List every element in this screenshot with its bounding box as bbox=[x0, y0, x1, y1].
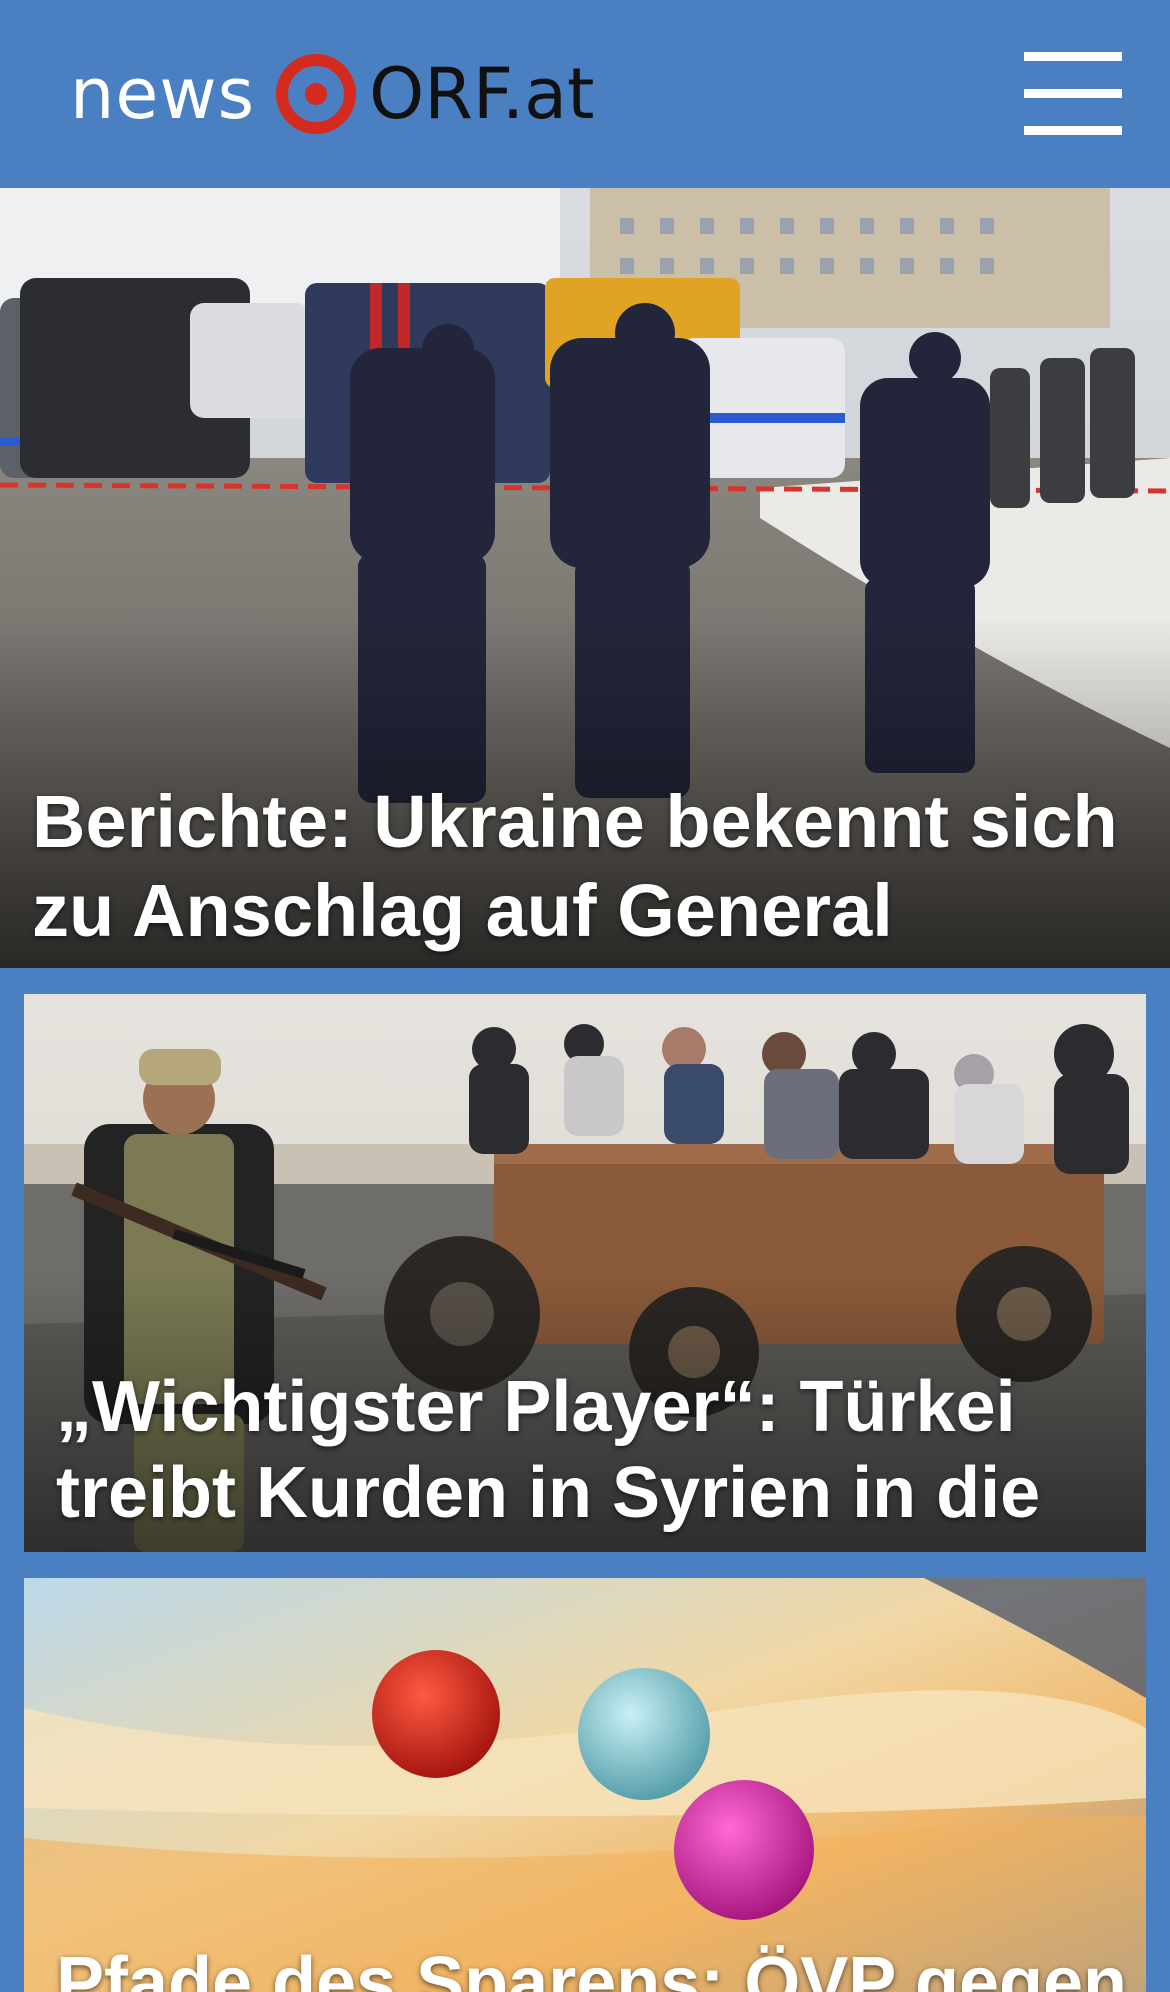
hamburger-menu-icon[interactable] bbox=[1024, 52, 1122, 136]
article-3-headline[interactable]: Pfade des Sparens: ÖVP gegen, SPÖ bbox=[56, 1940, 1146, 1992]
site-header: news ORF.at bbox=[0, 0, 1170, 188]
article-card-2[interactable]: „Wichtigster Player“: Türkei treibt Kurd… bbox=[24, 994, 1146, 1552]
article-2-headline[interactable]: „Wichtigster Player“: Türkei treibt Kurd… bbox=[56, 1364, 1116, 1552]
article-card-1[interactable]: Berichte: Ukraine bekennt sich zu Anschl… bbox=[0, 188, 1170, 968]
article-card-3[interactable]: Pfade des Sparens: ÖVP gegen, SPÖ bbox=[24, 1578, 1146, 1992]
article-1-headline[interactable]: Berichte: Ukraine bekennt sich zu Anschl… bbox=[32, 778, 1132, 956]
article-3-photo bbox=[24, 1578, 1146, 1992]
orf-target-icon bbox=[276, 54, 357, 134]
logo-news-text: news bbox=[70, 53, 256, 135]
news-orf-logo[interactable]: news ORF.at bbox=[70, 48, 595, 140]
logo-orf-text: ORF.at bbox=[369, 53, 595, 135]
